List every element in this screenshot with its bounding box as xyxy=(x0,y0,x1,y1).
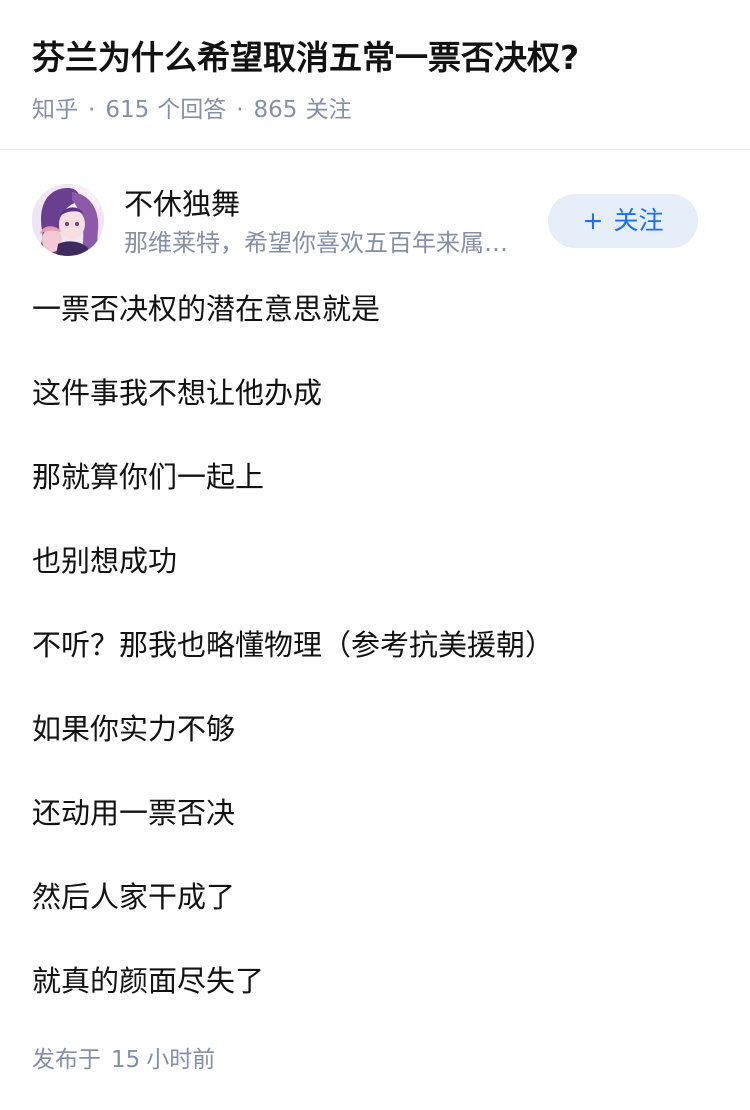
answer-paragraph: 也别想成功 xyxy=(32,544,178,578)
answer-paragraph: 然后人家干成了 xyxy=(32,880,236,914)
followers-label[interactable]: 关注 xyxy=(305,97,351,123)
answer-paragraph: 如果你实力不够 xyxy=(32,712,236,746)
answer-paragraph: 不听？那我也略懂物理（参考抗美援朝） xyxy=(32,628,555,662)
publish-hours: 15 xyxy=(111,1047,141,1073)
answer-paragraph: 那就算你们一起上 xyxy=(32,460,265,494)
publish-time: 发布于 15 小时前 xyxy=(32,1042,215,1078)
author-name[interactable]: 不休独舞 xyxy=(124,184,240,224)
answer-paragraph: 这件事我不想让他办成 xyxy=(32,376,323,410)
separator-dot: · xyxy=(236,97,244,123)
publish-suffix: 小时前 xyxy=(146,1047,216,1073)
source-label[interactable]: 知乎 xyxy=(32,97,78,123)
author-info: 不休独舞 那维莱特，希望你喜欢五百年来属… + 关注 xyxy=(0,182,750,262)
answer-content: 一票否决权的潜在意思就是 这件事我不想让他办成 那就算你们一起上 也别想成功 不… xyxy=(32,288,722,1044)
answer-paragraph: 还动用一票否决 xyxy=(32,796,236,830)
publish-prefix: 发布于 xyxy=(32,1047,101,1073)
answer-paragraph: 一票否决权的潜在意思就是 xyxy=(32,292,381,326)
follow-button[interactable]: + 关注 xyxy=(548,194,698,248)
avatar-illustration xyxy=(32,184,104,256)
avatar[interactable] xyxy=(32,184,104,256)
author-bio: 那维莱特，希望你喜欢五百年来属… xyxy=(124,229,508,257)
question-header: 芬兰为什么希望取消五常一票否决权? 知乎 · 615 个回答 · 865 关注 xyxy=(0,0,750,150)
answers-label[interactable]: 个回答 xyxy=(157,97,226,123)
plus-icon: + xyxy=(582,206,604,235)
follow-label: 关注 xyxy=(613,206,664,235)
answers-count: 615 xyxy=(105,97,150,123)
separator-dot: · xyxy=(88,97,96,123)
answer-paragraph: 就真的颜面尽失了 xyxy=(32,964,265,998)
question-title[interactable]: 芬兰为什么希望取消五常一票否决权? xyxy=(32,34,579,82)
question-meta: 知乎 · 615 个回答 · 865 关注 xyxy=(32,92,351,128)
followers-count: 865 xyxy=(253,97,298,123)
